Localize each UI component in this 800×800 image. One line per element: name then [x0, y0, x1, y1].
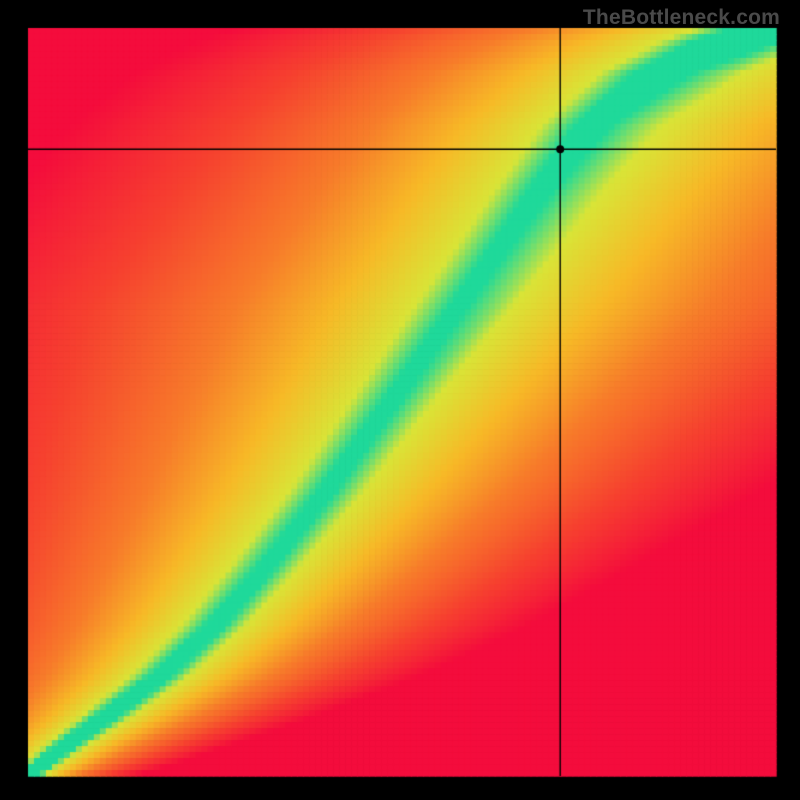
bottleneck-heatmap	[0, 0, 800, 800]
watermark-text: TheBottleneck.com	[583, 6, 780, 30]
chart-container: TheBottleneck.com	[0, 0, 800, 800]
